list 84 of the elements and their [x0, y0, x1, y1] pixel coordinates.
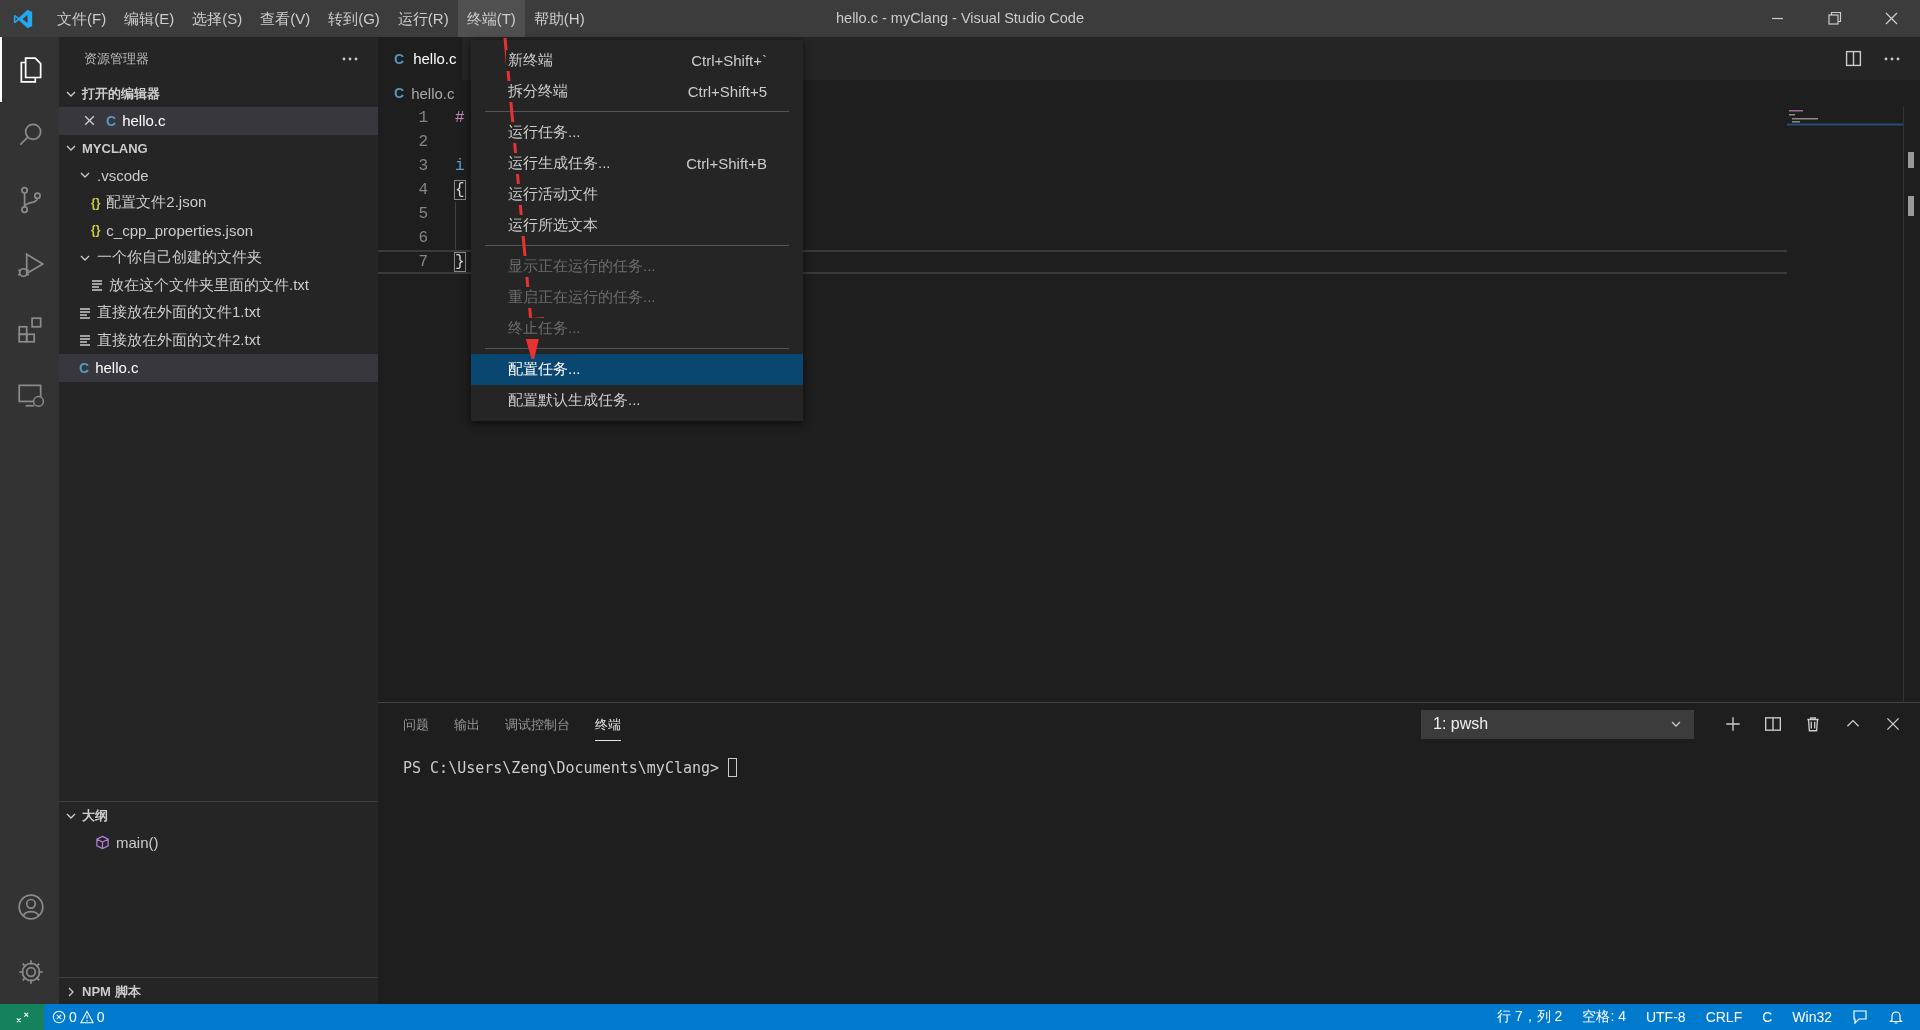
close-icon[interactable]: [1884, 715, 1902, 733]
account-icon[interactable]: [15, 891, 46, 922]
menu-item[interactable]: 转到(G): [319, 0, 389, 37]
line-number: 1: [417, 109, 428, 127]
line-number: 6: [417, 229, 428, 247]
menu-item[interactable]: 运行任务...: [471, 117, 803, 148]
menu-item[interactable]: 帮助(H): [524, 0, 594, 37]
menu-item[interactable]: 运行(R): [388, 0, 458, 37]
section-header[interactable]: MYCLANG: [59, 134, 378, 162]
terminal-line: PS C:\Users\Zeng\Documents\myClang>: [403, 758, 1920, 777]
line-number: 7: [417, 253, 428, 271]
code-text: {: [455, 181, 465, 199]
file-item[interactable]: 直接放在外面的文件1.txt: [59, 299, 378, 327]
close-icon[interactable]: [83, 114, 96, 128]
menu-item[interactable]: 运行活动文件: [471, 179, 803, 210]
code-text: i: [455, 157, 465, 175]
file-item[interactable]: 直接放在外面的文件2.txt: [59, 326, 378, 354]
file-item[interactable]: {} 配置文件2.json: [59, 189, 378, 217]
braces-icon: {}: [91, 195, 101, 210]
menu-item[interactable]: 新终端 Ctrl+Shift+`: [471, 45, 803, 76]
window-title: hello.c - myClang - Visual Studio Code: [836, 9, 1084, 28]
more-icon[interactable]: [1884, 56, 1900, 61]
status-item[interactable]: Win32: [1792, 1009, 1832, 1025]
c-file-icon: C: [106, 112, 117, 129]
panel-tab[interactable]: 问题: [403, 707, 429, 741]
menu-item[interactable]: 运行所选文本: [471, 210, 803, 241]
c-file-icon: C: [394, 50, 405, 67]
c-file-icon: C: [394, 85, 405, 101]
sidebar-title: 资源管理器: [84, 49, 149, 68]
braces-icon: {}: [91, 223, 101, 238]
section-header[interactable]: 打开的编辑器: [59, 80, 378, 107]
cube-icon: [95, 835, 110, 851]
line-number: 2: [417, 133, 428, 151]
scrollbar-thumb[interactable]: [1908, 196, 1914, 216]
warning-icon: [79, 1010, 94, 1024]
status-item[interactable]: C: [1762, 1009, 1773, 1025]
plus-icon[interactable]: [1724, 715, 1742, 733]
menu-item[interactable]: 运行生成任务... Ctrl+Shift+B: [471, 148, 803, 179]
text-file-icon: [79, 306, 91, 319]
menu-item[interactable]: 选择(S): [183, 0, 252, 37]
code-text: }: [455, 253, 465, 271]
editor-tab[interactable]: C hello.c: [378, 37, 463, 80]
status-item[interactable]: UTF-8: [1645, 1009, 1686, 1025]
status-item[interactable]: CRLF: [1705, 1009, 1743, 1025]
file-item[interactable]: {} c_cpp_properties.json: [59, 216, 378, 244]
line-number: 5: [417, 205, 428, 223]
status-item[interactable]: 行 7，列 2: [1497, 1008, 1563, 1026]
c-file-icon: C: [79, 359, 90, 376]
file-item[interactable]: C hello.c: [59, 354, 378, 382]
scrollbar-thumb[interactable]: [1908, 152, 1914, 168]
app-logo: [12, 7, 34, 30]
line-number: 4: [417, 181, 428, 199]
folder-item[interactable]: .vscode: [59, 161, 378, 189]
menu-item[interactable]: 文件(F): [48, 0, 116, 37]
bell-icon[interactable]: [1888, 1009, 1904, 1025]
text-file-icon: [91, 279, 103, 292]
outline-item[interactable]: main(): [59, 829, 378, 857]
code-text: #: [455, 109, 465, 127]
section-header[interactable]: NPM 脚本: [59, 978, 378, 1005]
menu-item[interactable]: 配置任务...: [471, 354, 803, 385]
menu-item[interactable]: 查看(V): [251, 0, 320, 37]
menu-item[interactable]: 拆分终端 Ctrl+Shift+5: [471, 76, 803, 107]
status-item[interactable]: 空格: 4: [1582, 1008, 1626, 1026]
folder-item[interactable]: 一个你自己创建的文件夹: [59, 244, 378, 272]
split-terminal-icon[interactable]: [1764, 715, 1782, 733]
error-icon: [52, 1010, 66, 1024]
problems-button[interactable]: 0 0: [52, 1009, 105, 1025]
line-number: 3: [417, 157, 428, 175]
trash-icon[interactable]: [1804, 715, 1822, 733]
split-editor-icon[interactable]: [1845, 50, 1862, 67]
panel-tab[interactable]: 输出: [454, 707, 480, 741]
panel-tab[interactable]: 终端: [595, 707, 621, 741]
menu-item[interactable]: 编辑(E): [115, 0, 184, 37]
text-file-icon: [79, 334, 91, 347]
section-header[interactable]: 大纲: [59, 802, 378, 829]
feedback-icon[interactable]: [1852, 1009, 1868, 1025]
menu-item[interactable]: 终端(T): [457, 0, 525, 37]
menu-item[interactable]: 配置默认生成任务...: [471, 385, 803, 416]
breadcrumb[interactable]: C hello.c: [394, 80, 455, 106]
panel-tab[interactable]: 调试控制台: [505, 707, 570, 741]
terminal-select[interactable]: 1: pwsh: [1421, 709, 1694, 739]
file-item[interactable]: 放在这个文件夹里面的文件.txt: [59, 271, 378, 299]
open-editor-item[interactable]: C hello.c: [59, 107, 378, 135]
more-icon[interactable]: [342, 56, 358, 61]
